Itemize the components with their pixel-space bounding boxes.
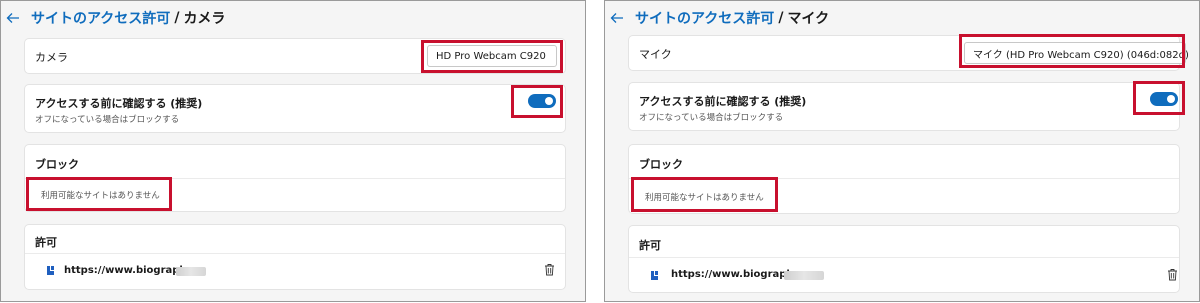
allow-label: 許可 xyxy=(35,236,57,249)
breadcrumb-separator: / xyxy=(778,10,784,26)
redacted-text xyxy=(176,267,206,276)
divider xyxy=(629,257,1179,258)
ask-sub: オフになっている場合はブロックする xyxy=(35,115,180,125)
block-label: ブロック xyxy=(35,158,79,171)
redacted-text xyxy=(784,271,824,280)
block-card: ブロック 利用可能なサイトはありません xyxy=(25,145,565,211)
divider xyxy=(25,253,565,254)
divider xyxy=(629,178,1179,179)
trash-icon[interactable] xyxy=(1167,268,1178,281)
block-card: ブロック 利用可能なサイトはありません xyxy=(629,145,1179,213)
trash-icon[interactable] xyxy=(544,263,555,276)
camera-settings-panel: サイトのアクセス許可 / カメラ カメラ HD Pro Webcam C920 … xyxy=(0,0,586,302)
allow-card: 許可 https://www.biograph. xyxy=(629,226,1179,292)
page-title: マイク xyxy=(787,11,830,27)
camera-select[interactable]: HD Pro Webcam C920 xyxy=(427,45,557,67)
back-arrow-icon[interactable] xyxy=(609,10,625,26)
breadcrumb: サイトのアクセス許可 / マイク xyxy=(609,7,829,29)
page-title: カメラ xyxy=(183,11,226,27)
microphone-settings-panel: サイトのアクセス許可 / マイク マイク マイク (HD Pro Webcam … xyxy=(604,0,1200,302)
ask-before-access-card: アクセスする前に確認する (推奨) オフになっている場合はブロックする xyxy=(25,85,565,132)
allowed-site-url[interactable]: https://www.biograph. xyxy=(671,269,797,280)
device-card: マイク マイク (HD Pro Webcam C920) (046d:082d) xyxy=(629,36,1189,70)
allow-card: 許可 https://www.biograph. xyxy=(25,225,565,289)
camera-select-value: HD Pro Webcam C920 xyxy=(436,50,546,62)
allowed-site-url[interactable]: https://www.biograph. xyxy=(64,265,190,276)
ask-label: アクセスする前に確認する (推奨) xyxy=(639,95,807,108)
breadcrumb-link[interactable]: サイトのアクセス許可 xyxy=(635,8,774,28)
microphone-select-value: マイク (HD Pro Webcam C920) (046d:082d) xyxy=(973,49,1189,61)
device-label: カメラ xyxy=(35,51,68,64)
site-favicon-icon xyxy=(651,271,658,280)
allow-label: 許可 xyxy=(639,239,661,252)
block-label: ブロック xyxy=(639,158,683,171)
site-favicon-icon xyxy=(47,266,54,275)
divider xyxy=(25,178,565,179)
ask-before-access-card: アクセスする前に確認する (推奨) オフになっている場合はブロックする xyxy=(629,83,1179,130)
breadcrumb: サイトのアクセス許可 / カメラ xyxy=(5,7,225,29)
microphone-select[interactable]: マイク (HD Pro Webcam C920) (046d:082d) xyxy=(964,42,1189,64)
breadcrumb-link[interactable]: サイトのアクセス許可 xyxy=(31,8,170,28)
device-label: マイク xyxy=(639,48,672,61)
breadcrumb-separator: / xyxy=(174,10,180,26)
back-arrow-icon[interactable] xyxy=(5,10,21,26)
ask-label: アクセスする前に確認する (推奨) xyxy=(35,97,203,110)
device-card: カメラ HD Pro Webcam C920 xyxy=(25,39,565,73)
ask-sub: オフになっている場合はブロックする xyxy=(639,113,784,123)
ask-toggle[interactable] xyxy=(528,94,556,108)
ask-toggle[interactable] xyxy=(1150,92,1178,106)
block-empty-text: 利用可能なサイトはありません xyxy=(645,193,764,203)
block-empty-text: 利用可能なサイトはありません xyxy=(41,191,160,201)
